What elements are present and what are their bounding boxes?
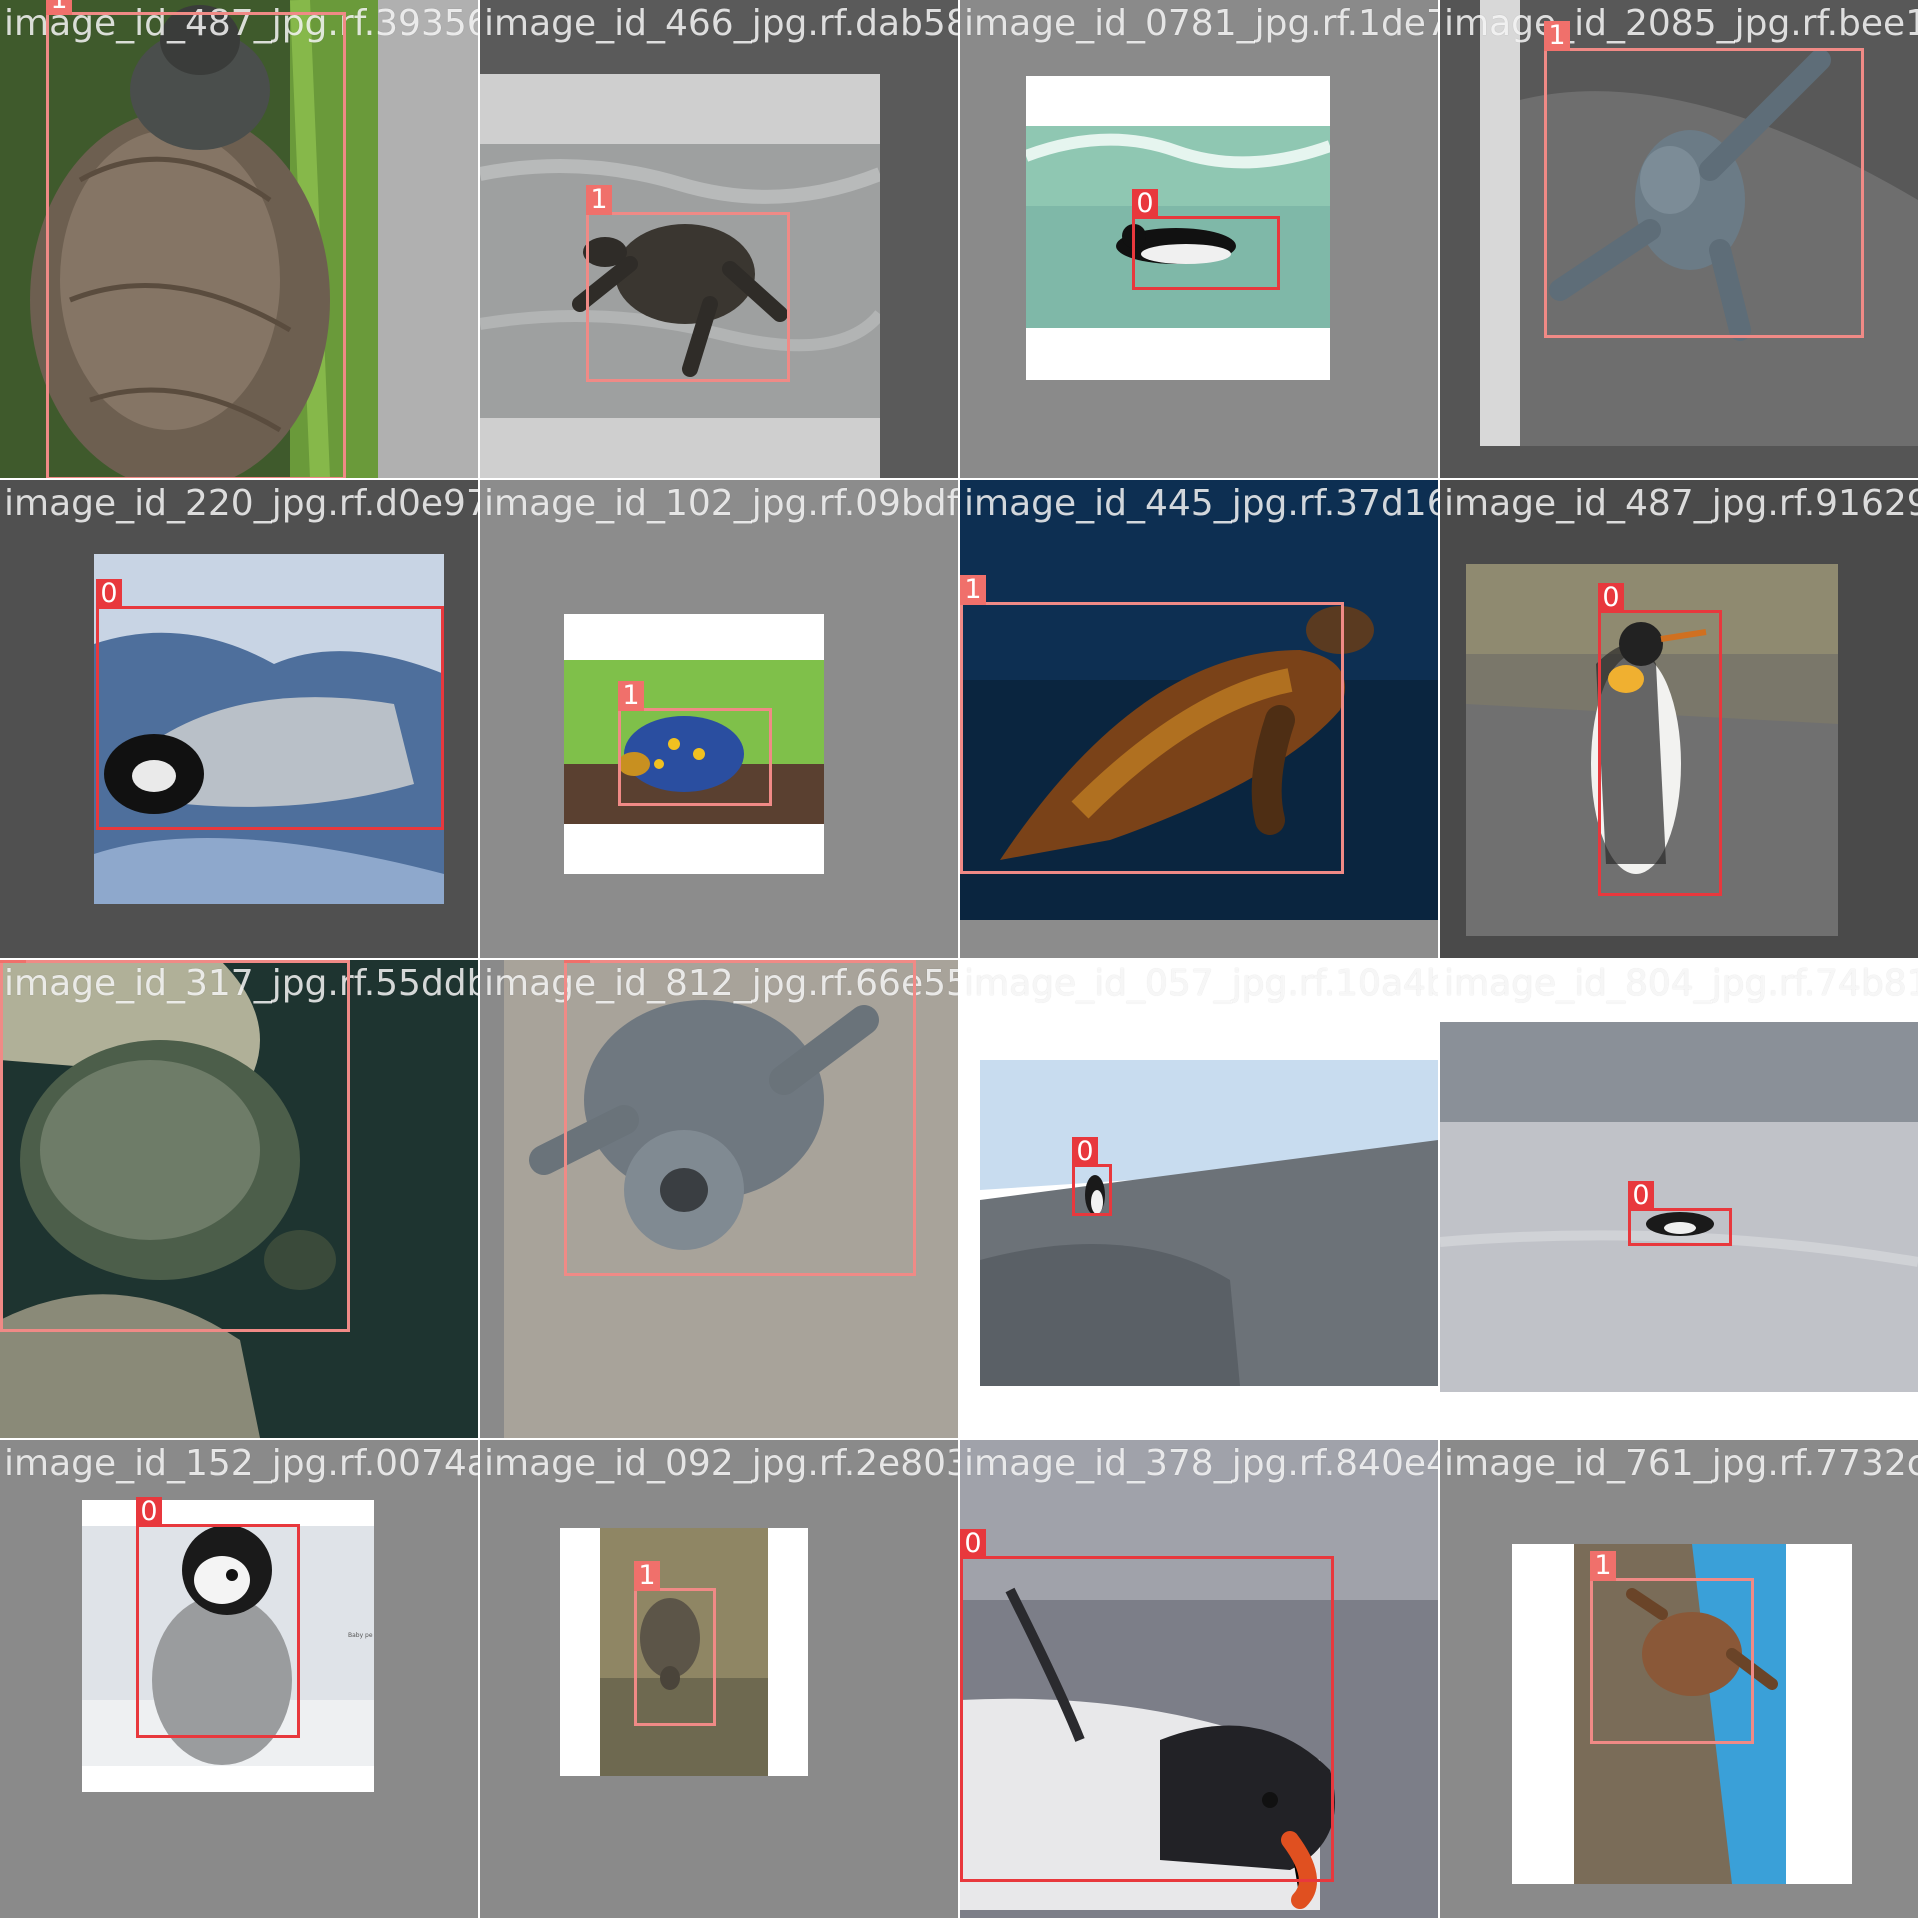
bounding-box: 1 [564,960,916,1276]
tile-13: Baby pe image_id_152_jpg.rf.0074adc9a76b… [0,1440,480,1920]
class-label: 1 [46,0,72,15]
tile-5: image_id_220_jpg.rf.d0e979f4929700e3072 … [0,480,480,960]
bounding-box: 0 [96,579,444,830]
file-name: image_id_445_jpg.rf.37d1657f1ae0b204874 [964,483,1438,524]
tiny-caption: Baby pe [348,1632,373,1639]
class-label: 0 [1132,189,1158,219]
bounding-box: 1 [634,1561,716,1726]
bounding-box: 0 [1072,1137,1112,1216]
bounding-box: 1 [618,681,772,806]
file-name: image_id_102_jpg.rf.09bdfa0182ca54a4418a [484,483,960,524]
tile-6: image_id_102_jpg.rf.09bdfa0182ca54a4418a… [480,480,960,960]
tile-3: image_id_0781_jpg.rf.1de7e65f6e72885f9 0 [960,0,1440,480]
file-name: image_id_761_jpg.rf.7732c4 [1444,1443,1920,1484]
file-name: image_id_220_jpg.rf.d0e979f4929700e3072 [4,483,478,524]
tile-4: image_id_2085_jpg.rf.bee12 1 [1440,0,1920,480]
bounding-box: 0 [960,1529,1334,1882]
bounding-box: 1 [1544,21,1864,338]
tile-8: image_id_487_jpg.rf.91629a 0 [1440,480,1920,960]
bounding-box: 0 [1132,189,1280,290]
class-label: 1 [634,1561,660,1591]
file-name: image_id_0781_jpg.rf.1de7e65f6e72885f9 [964,3,1438,44]
tile-9: image_id_317_jpg.rf.55ddb06a7d5a2d4812 1 [0,960,480,1440]
tile-1: image_id_487_jpg.rf.39356fe1780fe1a0466a… [0,0,480,480]
tile-14: image_id_092_jpg.rf.2e803bca29b3b3378da … [480,1440,960,1920]
class-label: 1 [564,960,590,963]
tile-11: image_id_057_jpg.rf.10a4b4caf1e4fe804 0 [960,960,1440,1440]
class-label: 0 [1072,1137,1098,1167]
tile-16: image_id_761_jpg.rf.7732c4 1 [1440,1440,1920,1920]
tile-15: image_id_378_jpg.rf.840e4c22da208261760 … [960,1440,1440,1920]
tile-10: image_id_812_jpg.rf.66e55d1deb7fb7d0571 … [480,960,960,1440]
penguin-ice-photo [1440,1022,1918,1392]
tile-2: image_id_466_jpg.rf.dab58c1583de72b0813d… [480,0,960,480]
bounding-box: 1 [586,185,790,382]
file-name: image_id_057_jpg.rf.10a4b4caf1e4fe804 [964,963,1438,1004]
class-label: 0 [1628,1181,1654,1211]
bounding-box: 1 [960,575,1344,874]
file-name: image_id_466_jpg.rf.dab58c1583de72b0813d [484,3,960,44]
tile-7: image_id_445_jpg.rf.37d1657f1ae0b204874 … [960,480,1440,960]
bounding-box: 0 [1598,583,1722,896]
image-mosaic: image_id_487_jpg.rf.39356fe1780fe1a0466a… [0,0,1920,1920]
file-name: image_id_2085_jpg.rf.bee12 [1444,3,1920,44]
bounding-box: 1 [46,0,346,478]
bounding-box: 1 [1590,1551,1754,1744]
tile-12: image_id_804_jpg.rf.74b81d 0 [1440,960,1920,1440]
file-name: image_id_487_jpg.rf.91629a [1444,483,1920,524]
class-label: 1 [1590,1551,1616,1581]
class-label: 0 [136,1497,162,1527]
bounding-box: 0 [136,1497,300,1738]
class-label: 1 [586,185,612,215]
class-label: 1 [0,960,26,963]
class-label: 1 [960,575,986,605]
file-name: image_id_378_jpg.rf.840e4c22da208261760 [964,1443,1438,1484]
penguin-rocks-photo [980,1060,1438,1386]
class-label: 0 [96,579,122,609]
class-label: 0 [960,1529,986,1559]
class-label: 0 [1598,583,1624,613]
file-name: image_id_804_jpg.rf.74b81d [1444,963,1920,1004]
bounding-box: 0 [1628,1181,1732,1246]
class-label: 1 [618,681,644,711]
file-name: image_id_092_jpg.rf.2e803bca29b3b3378da [484,1443,958,1484]
bounding-box: 1 [0,960,350,1332]
class-label: 1 [1544,21,1570,51]
file-name: image_id_152_jpg.rf.0074adc9a76b037092d [4,1443,478,1484]
